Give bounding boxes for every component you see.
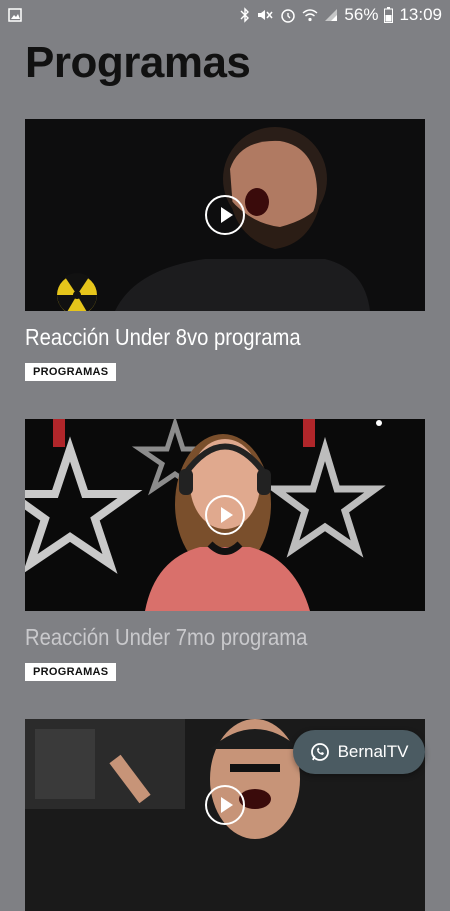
play-icon[interactable] (205, 785, 245, 825)
video-card[interactable]: Reacción Under 7mo programa PROGRAMAS (25, 419, 425, 681)
status-bar: 56% 13:09 (0, 0, 450, 30)
status-time: 13:09 (399, 5, 442, 24)
whatsapp-button-label: BernalTV (337, 742, 409, 761)
video-thumbnail[interactable] (25, 119, 425, 311)
battery-percent: 56% (344, 5, 379, 24)
whatsapp-icon (310, 742, 330, 762)
bluetooth-icon (240, 7, 250, 23)
alarm-icon (280, 7, 296, 23)
whatsapp-chat-button[interactable]: BernalTV (293, 730, 425, 774)
video-thumbnail[interactable] (25, 419, 425, 611)
video-card[interactable]: Reacción Under 8vo programa PROGRAMAS (25, 119, 425, 381)
play-icon[interactable] (205, 195, 245, 235)
mute-icon (256, 7, 274, 23)
category-tag[interactable]: PROGRAMAS (25, 363, 117, 381)
signal-icon (324, 8, 338, 22)
wifi-icon (302, 8, 318, 22)
battery-icon (384, 7, 394, 23)
video-title[interactable]: Reacción Under 8vo programa (25, 321, 377, 353)
play-icon[interactable] (205, 495, 245, 535)
video-title[interactable]: Reacción Under 7mo programa (25, 621, 377, 653)
category-tag[interactable]: PROGRAMAS (25, 663, 117, 681)
image-notification-icon (8, 8, 22, 22)
page-title: Programas (25, 38, 251, 87)
